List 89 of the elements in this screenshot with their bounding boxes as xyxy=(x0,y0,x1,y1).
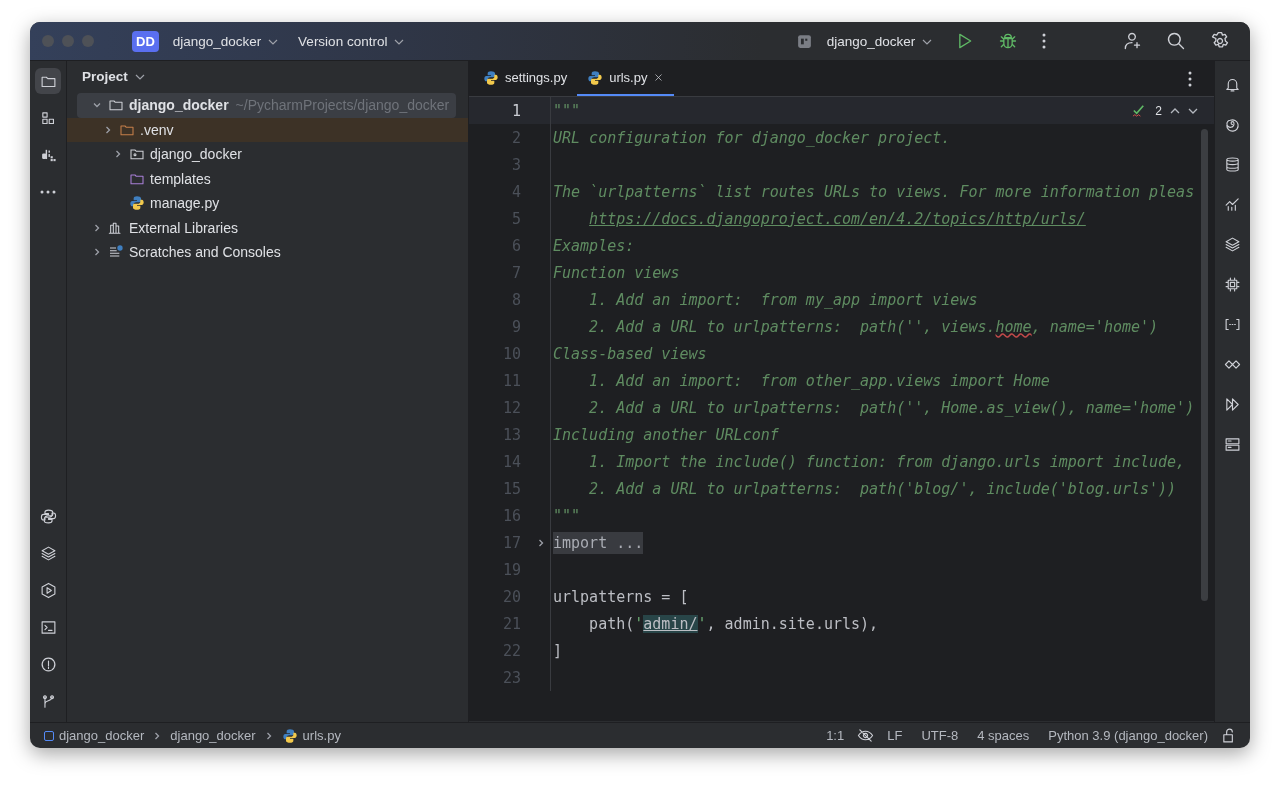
doc-comment: URL configuration for django_docker project. xyxy=(553,128,951,147)
dropdown-caret-icon xyxy=(268,38,279,45)
doc-comment: , name='home') xyxy=(1031,317,1159,336)
string-quote: ' xyxy=(634,614,644,633)
debug-icon xyxy=(998,31,1018,51)
project-view-dropdown[interactable]: Project xyxy=(67,61,160,93)
tree-item-label: External Libraries xyxy=(129,219,238,236)
module-icon xyxy=(44,730,54,741)
tree-row[interactable]: .venv xyxy=(67,117,468,142)
code-text: path( xyxy=(588,614,635,633)
code-text: ] xyxy=(553,641,563,660)
tab-options-icon[interactable] xyxy=(1188,70,1192,87)
doc-comment: 1. Add an import: from my_app import views xyxy=(588,290,978,309)
breadcrumb[interactable]: django_docker xyxy=(170,728,256,743)
doc-comment: Function views xyxy=(553,263,680,282)
project-tool-button[interactable] xyxy=(35,68,61,94)
double-chevron-icon xyxy=(1224,395,1241,413)
folded-imports[interactable]: import ... xyxy=(553,531,644,554)
layers-icon xyxy=(39,544,57,562)
doc-comment: 2. Add a URL to urlpatterns: path('', Home.as_view(), name='home') xyxy=(588,398,1195,417)
problems-icon xyxy=(39,655,57,673)
tree-item-label: templates xyxy=(150,170,211,187)
tree-row[interactable]: External Libraries xyxy=(77,215,456,240)
dropdown-caret-icon xyxy=(394,38,405,45)
layers-icon xyxy=(1224,235,1241,253)
breadcrumb[interactable]: urls.py xyxy=(281,727,341,744)
python-file-icon xyxy=(483,69,499,86)
code-text: , admin.site.urls), xyxy=(706,614,879,633)
next-problem-icon[interactable] xyxy=(1188,107,1198,114)
doc-comment: """ xyxy=(553,506,581,525)
version-control-dropdown[interactable]: Version control xyxy=(292,31,411,51)
structure-icon xyxy=(39,109,57,127)
caret-position[interactable]: 1:1 xyxy=(826,728,845,743)
doc-comment: The `urlpatterns` list routes URLs to views. For more information pleas xyxy=(553,182,1195,201)
python-file-icon xyxy=(129,195,145,212)
doc-comment: Including another URLconf xyxy=(553,425,779,444)
doc-comment: """ xyxy=(553,101,581,120)
doc-comment: 2. Add a URL to urlpatterns: path('', views. xyxy=(588,317,996,336)
file-encoding[interactable]: UTF-8 xyxy=(921,728,959,743)
eye-slash-icon xyxy=(857,727,875,744)
tree-item-label: manage.py xyxy=(150,195,220,212)
tree-item-label: Scratches and Consoles xyxy=(129,244,281,261)
tree-row[interactable]: templates xyxy=(77,166,456,191)
tree-item-label: django_docker xyxy=(129,97,229,114)
tree-row[interactable]: django_docker xyxy=(77,142,456,167)
string-quote: ' xyxy=(697,614,707,633)
doc-comment: Examples: xyxy=(553,236,635,255)
tree-row[interactable]: manage.py xyxy=(77,191,456,216)
run-services-icon xyxy=(39,581,57,599)
scrollbar[interactable] xyxy=(1201,129,1208,601)
project-badge: DD xyxy=(132,30,159,52)
doc-link[interactable]: https://docs.djangoproject.com/en/4.2/topics/http/urls/ xyxy=(589,209,1086,228)
highlighted-string: admin/ xyxy=(643,614,698,633)
previous-problem-icon[interactable] xyxy=(1170,107,1180,114)
chart-icon xyxy=(1224,195,1241,213)
python-interpreter[interactable]: Python 3.9 (django_docker) xyxy=(1048,728,1208,743)
close-icon xyxy=(653,72,665,83)
indent-setting[interactable]: 4 spaces xyxy=(977,728,1030,743)
search-icon xyxy=(1166,31,1186,51)
doc-comment: Class-based views xyxy=(553,344,707,363)
run-configuration-dropdown[interactable]: django_docker xyxy=(820,31,938,51)
python-console-icon xyxy=(39,507,57,525)
more-icon[interactable] xyxy=(1042,33,1046,49)
python-file-icon xyxy=(587,69,604,86)
server-icon xyxy=(1224,435,1241,453)
tree-row[interactable]: Scratches and Consoles xyxy=(77,240,456,265)
more-icon xyxy=(40,190,56,194)
terminal-icon xyxy=(39,618,57,636)
django-icon xyxy=(795,32,813,50)
tree-item-label: .venv xyxy=(140,121,174,138)
editor-tab[interactable]: settings.py xyxy=(473,61,578,96)
line-separator[interactable]: LF xyxy=(887,728,903,743)
doc-comment: 1. Import the include() function: from django.urls import include, xyxy=(588,452,1186,471)
dropdown-caret-icon xyxy=(922,38,932,45)
misspelled-word: home xyxy=(995,317,1032,336)
chip-icon xyxy=(1224,275,1241,293)
doc-comment: 2. Add a URL to urlpatterns: path('blog/', include('blog.urls')) xyxy=(588,479,1177,498)
python-file-icon xyxy=(281,727,298,744)
dropdown-caret-icon xyxy=(134,74,145,81)
code-text: urlpatterns = [ xyxy=(553,587,689,606)
inspection-count: 2 xyxy=(1155,103,1162,118)
settings-icon xyxy=(1210,31,1230,51)
project-switcher[interactable]: django_docker xyxy=(166,31,285,51)
breadcrumb[interactable]: django_docker xyxy=(44,728,145,743)
add-user-icon xyxy=(1122,31,1142,51)
line-number: 1 xyxy=(510,101,522,120)
doc-comment: 1. Add an import: from other_app.views import Home xyxy=(588,371,1050,390)
database-icon xyxy=(1224,155,1241,173)
tree-item-label: django_docker xyxy=(150,146,242,163)
